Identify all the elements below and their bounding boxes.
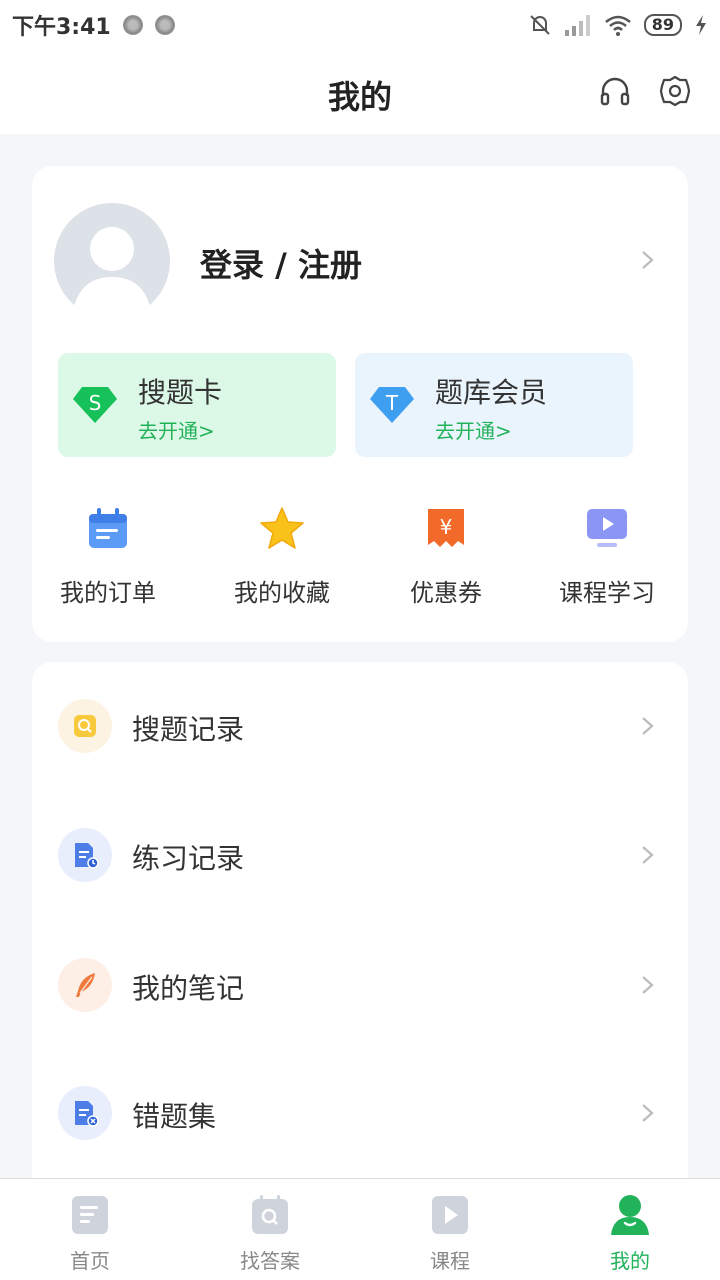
shortcut-label: 课程学习 (559, 579, 655, 607)
charging-icon (696, 15, 706, 35)
tab-courses[interactable]: 课程 (360, 1179, 540, 1280)
notification-dot-icon (122, 15, 143, 35)
svg-text:S: S (89, 391, 102, 415)
search-doc-icon (74, 715, 96, 737)
monitor-play-icon (587, 509, 627, 547)
tab-home[interactable]: 首页 (0, 1179, 180, 1280)
error-doc-icon (75, 1101, 99, 1127)
avatar[interactable] (54, 203, 170, 319)
feather-icon (76, 973, 95, 997)
top-nav-bar: 我的 (0, 50, 720, 134)
profile-card: 登录 / 注册 S 搜题卡 去开通> T 题库会员 去开通> 我的订单 我的收藏… (32, 166, 688, 642)
diamond-t-icon: T (370, 387, 414, 423)
shortcut-label: 优惠券 (410, 579, 482, 607)
question-bank-vip[interactable]: T 题库会员 去开通> (355, 353, 633, 457)
vip-card-action[interactable]: 去开通> (138, 415, 215, 444)
home-doc-icon (72, 1196, 108, 1234)
gear-icon[interactable] (658, 74, 692, 108)
vip-card-action[interactable]: 去开通> (435, 415, 512, 444)
menu-item-label: 搜题记录 (132, 713, 245, 746)
vip-card-title: 搜题卡 (138, 376, 223, 409)
shortcut-course-study[interactable]: 课程学习 (532, 505, 682, 615)
chevron-right-icon[interactable] (636, 249, 658, 271)
chevron-right-icon (642, 717, 654, 735)
svg-text:¥: ¥ (440, 515, 453, 539)
menu-item-practice-history[interactable]: 练习记录 (32, 791, 688, 919)
search-card-vip[interactable]: S 搜题卡 去开通> (58, 353, 336, 457)
tab-mine[interactable]: 我的 (540, 1179, 720, 1280)
coupon-icon: ¥ (428, 509, 464, 547)
shortcut-coupons[interactable]: ¥ 优惠券 (371, 505, 521, 615)
shortcut-my-favorites[interactable]: 我的收藏 (207, 505, 357, 615)
signal-icon (564, 15, 590, 36)
user-icon (611, 1195, 649, 1235)
menu-item-search-history[interactable]: 搜题记录 (32, 662, 688, 790)
battery-level: 89 (643, 14, 682, 36)
status-time: 下午3:41 (12, 15, 111, 40)
tab-label: 我的 (610, 1249, 650, 1273)
tab-label: 首页 (70, 1249, 110, 1273)
default-avatar-icon (72, 227, 152, 319)
shortcut-my-orders[interactable]: 我的订单 (33, 505, 183, 615)
menu-item-wrong-questions[interactable]: 错题集 (32, 1049, 688, 1177)
notification-dot-icon (154, 15, 175, 35)
bottom-tab-bar: 首页 找答案 课程 我的 (0, 1178, 720, 1280)
chevron-right-icon (642, 1104, 654, 1122)
search-calendar-icon (252, 1195, 288, 1234)
shortcut-label: 我的收藏 (234, 579, 330, 607)
menu-list-card: 搜题记录 练习记录 我的笔记 错题集 (32, 662, 688, 1222)
status-bar: 下午3:41 89 (0, 0, 720, 50)
vip-card-title: 题库会员 (435, 376, 548, 409)
menu-item-my-notes[interactable]: 我的笔记 (32, 921, 688, 1049)
diamond-s-icon: S (73, 387, 117, 423)
mute-icon (530, 15, 550, 35)
menu-item-label: 我的笔记 (132, 972, 245, 1005)
menu-item-label: 错题集 (132, 1100, 217, 1133)
chevron-right-icon (642, 976, 654, 994)
star-icon (260, 507, 304, 549)
wifi-icon (604, 15, 631, 36)
calendar-icon (89, 508, 127, 548)
shortcut-label: 我的订单 (60, 579, 156, 607)
tab-find-answers[interactable]: 找答案 (180, 1179, 360, 1280)
menu-item-label: 练习记录 (132, 842, 245, 875)
tab-label: 课程 (430, 1249, 470, 1273)
practice-doc-icon (75, 843, 99, 869)
tab-label: 找答案 (240, 1249, 300, 1273)
login-register-link[interactable]: 登录 / 注册 (200, 240, 362, 286)
play-icon (432, 1196, 468, 1234)
headset-icon[interactable] (598, 74, 632, 108)
chevron-right-icon (642, 846, 654, 864)
svg-text:T: T (385, 391, 399, 415)
